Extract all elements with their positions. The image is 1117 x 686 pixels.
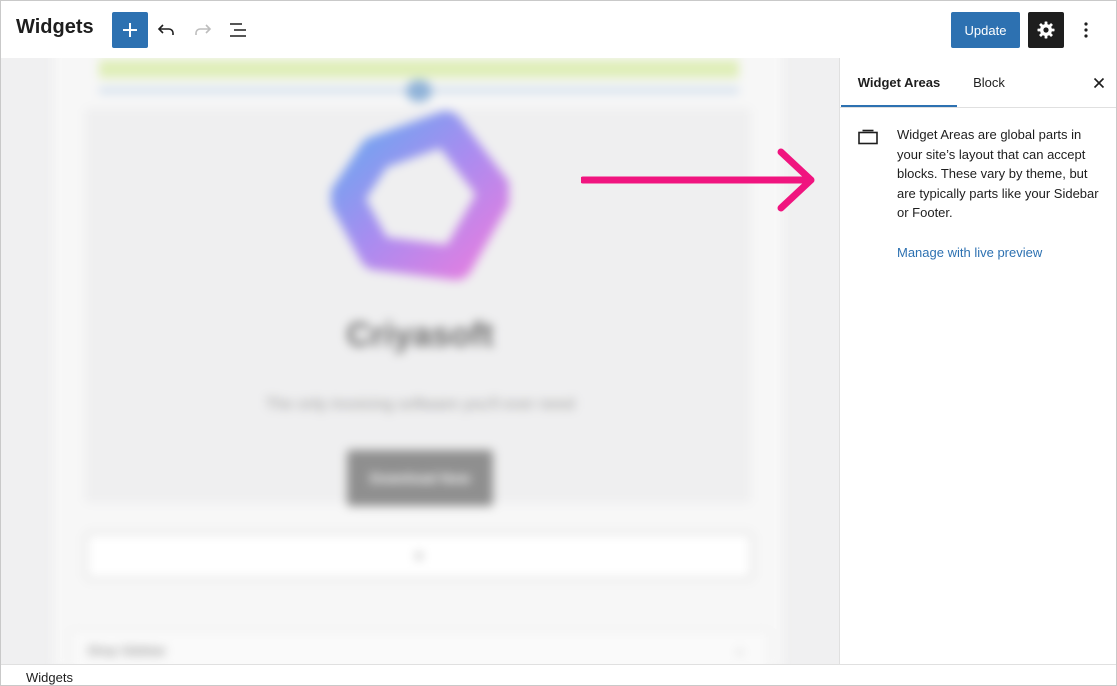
add-block-button[interactable] — [112, 12, 148, 48]
close-icon — [1093, 77, 1105, 89]
widget-area-title: Shop Sidebar — [87, 643, 166, 658]
chevron-down-icon: ⌄ — [734, 641, 746, 657]
sidebar-tabs: Widget Areas Block — [840, 58, 1116, 108]
gear-icon — [1037, 21, 1055, 39]
widget-area-icon — [858, 129, 878, 145]
update-button[interactable]: Update — [951, 12, 1020, 48]
collapsed-widget-area[interactable] — [71, 630, 769, 664]
close-sidebar-button[interactable] — [1088, 72, 1110, 94]
list-view-icon — [230, 23, 246, 37]
tagline: The only invoicing software you'll ever … — [265, 396, 575, 413]
logo-image — [331, 111, 509, 280]
top-toolbar: Widgets Update — [1, 1, 1116, 58]
tab-widget-areas[interactable]: Widget Areas — [841, 58, 957, 107]
download-button[interactable]: Download Now — [347, 450, 493, 506]
manage-live-preview-link[interactable]: Manage with live preview — [897, 245, 1042, 260]
status-footer: Widgets — [1, 664, 1116, 685]
settings-button[interactable] — [1028, 12, 1064, 48]
app-window: Widgets Update Criyasoft The only invoic… — [0, 0, 1117, 686]
highlight-bar — [99, 60, 739, 78]
block-appender[interactable]: + — [85, 532, 753, 580]
undo-button[interactable] — [151, 14, 183, 46]
redo-icon — [195, 24, 212, 35]
breadcrumb[interactable]: Widgets — [26, 670, 73, 685]
page-title: Widgets — [16, 16, 94, 38]
widget-areas-description: Widget Areas are global parts in your si… — [897, 127, 1099, 220]
settings-sidebar: Widget Areas Block Widget Areas are glob… — [839, 58, 1116, 664]
more-vertical-icon — [1084, 22, 1088, 38]
resize-handle — [406, 80, 432, 102]
tab-block[interactable]: Block — [960, 58, 1018, 107]
list-view-button[interactable] — [222, 14, 254, 46]
annotation-arrow-icon — [581, 148, 815, 212]
redo-button[interactable] — [186, 14, 218, 46]
widget-canvas[interactable]: Criyasoft The only invoicing software yo… — [1, 58, 839, 664]
plus-icon — [123, 23, 137, 37]
plus-icon: + — [413, 545, 425, 566]
options-button[interactable] — [1071, 14, 1101, 46]
brand-name: Criyasoft — [346, 316, 494, 354]
undo-icon — [157, 24, 174, 35]
